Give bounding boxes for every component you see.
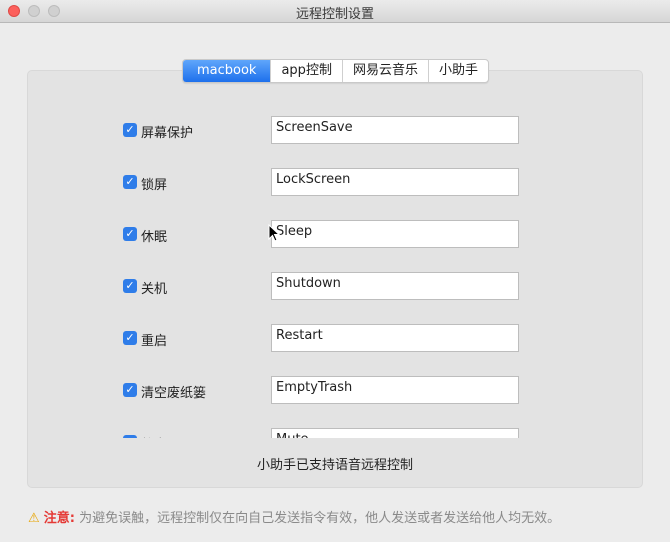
sleep-command-field[interactable]: Sleep — [271, 220, 519, 248]
command-row-mute: ✓ 静音 Mute — [0, 428, 670, 438]
command-row-restart: ✓ 重启 Restart — [0, 324, 670, 354]
restart-checkbox[interactable]: ✓ — [123, 331, 137, 345]
sleep-label: 休眠 — [141, 230, 168, 245]
mute-checkbox[interactable]: ✓ — [123, 435, 137, 438]
shutdown-label: 关机 — [141, 282, 168, 297]
command-list[interactable]: ✓ 屏幕保护 ScreenSave ✓ 锁屏 LockScreen ✓ 休眠 S… — [0, 100, 670, 438]
screensave-label: 屏幕保护 — [141, 126, 194, 141]
mute-command-field[interactable]: Mute — [271, 428, 519, 438]
tab-bar: macbook app控制 网易云音乐 小助手 — [182, 59, 489, 83]
lockscreen-label: 锁屏 — [141, 178, 168, 193]
warning-label: 注意: — [43, 511, 75, 526]
mute-label: 静音 — [141, 434, 167, 438]
screensave-command-field[interactable]: ScreenSave — [271, 116, 519, 144]
tab-assistant[interactable]: 小助手 — [429, 60, 488, 82]
mouse-cursor-icon — [268, 223, 281, 246]
window-title: 远程控制设置 — [295, 7, 374, 22]
emptytrash-command-field[interactable]: EmptyTrash — [271, 376, 519, 404]
lockscreen-command-field[interactable]: LockScreen — [271, 168, 519, 196]
command-row-lockscreen: ✓ 锁屏 LockScreen — [0, 168, 670, 198]
emptytrash-checkbox[interactable]: ✓ — [123, 383, 137, 397]
command-row-shutdown: ✓ 关机 Shutdown — [0, 272, 670, 302]
shutdown-command-field[interactable]: Shutdown — [271, 272, 519, 300]
screensave-checkbox[interactable]: ✓ — [123, 123, 137, 137]
warning-notice: ⚠ 注意: 为避免误触，远程控制仅在向自己发送指令有效，他人发送或者发送给他人均… — [28, 507, 560, 526]
restart-command-field[interactable]: Restart — [271, 324, 519, 352]
warning-icon: ⚠ — [28, 511, 40, 526]
emptytrash-label: 清空废纸篓 — [141, 386, 207, 401]
lockscreen-checkbox[interactable]: ✓ — [123, 175, 137, 189]
tab-macbook[interactable]: macbook — [183, 60, 272, 82]
warning-text: 为避免误触，远程控制仅在向自己发送指令有效，他人发送或者发送给他人均无效。 — [79, 511, 561, 526]
title-bar: 远程控制设置 — [0, 0, 670, 23]
command-row-sleep: ✓ 休眠 Sleep — [0, 220, 670, 250]
tab-netease-music[interactable]: 网易云音乐 — [343, 60, 429, 82]
sleep-checkbox[interactable]: ✓ — [123, 227, 137, 241]
command-row-emptytrash: ✓ 清空废纸篓 EmptyTrash — [0, 376, 670, 406]
restart-label: 重启 — [141, 334, 168, 349]
assistant-voice-note: 小助手已支持语音远程控制 — [256, 458, 413, 473]
shutdown-checkbox[interactable]: ✓ — [123, 279, 137, 293]
tab-app-control[interactable]: app控制 — [271, 60, 343, 82]
command-row-screensave: ✓ 屏幕保护 ScreenSave — [0, 116, 670, 146]
